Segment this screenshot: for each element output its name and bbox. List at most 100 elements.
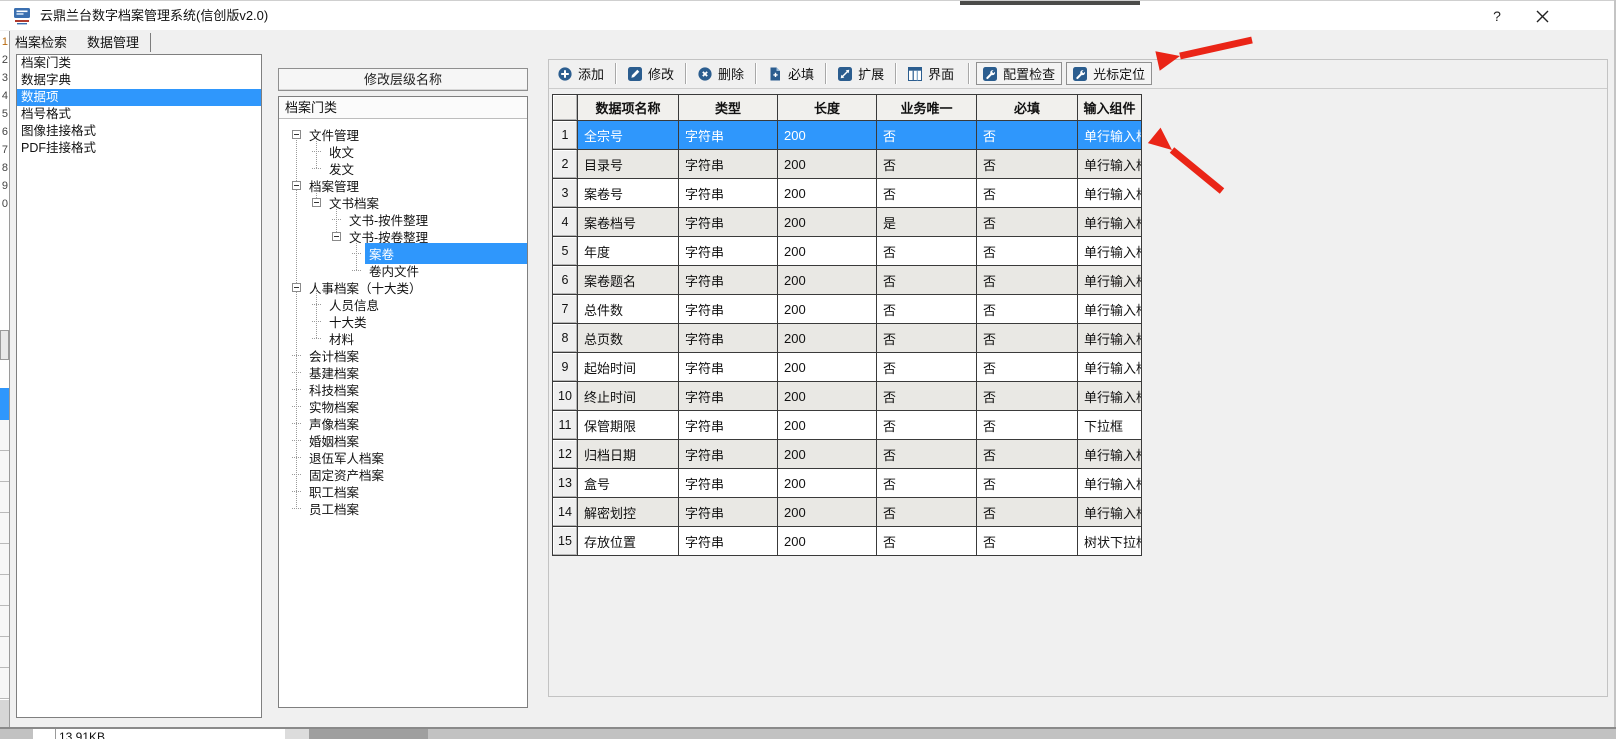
expand-button[interactable]: 扩展 [832, 62, 890, 85]
tab-archive-search[interactable]: 档案检索 [8, 32, 74, 53]
tree-node-23[interactable]: 员工档案 [279, 500, 527, 517]
cell-r2-c5[interactable]: 否 [977, 150, 1078, 179]
cell-r1-c5[interactable]: 否 [977, 121, 1078, 150]
cell-r1-c4[interactable]: 否 [877, 121, 977, 150]
row-number-cell[interactable]: 5 [553, 237, 578, 266]
table-row-15[interactable]: 15存放位置字符串200否否树状下拉框 [553, 527, 1142, 556]
cell-r1-c1[interactable]: 全宗号 [578, 121, 679, 150]
cell-r13-c1[interactable]: 盒号 [578, 469, 679, 498]
cell-r12-c6[interactable]: 单行输入框 [1078, 440, 1142, 469]
row-number-cell[interactable]: 4 [553, 208, 578, 237]
cell-r9-c5[interactable]: 否 [977, 353, 1078, 382]
row-number-cell[interactable]: 3 [553, 179, 578, 208]
cell-r8-c4[interactable]: 否 [877, 324, 977, 353]
tree-collapse-icon[interactable] [332, 232, 341, 241]
cell-r7-c1[interactable]: 总件数 [578, 295, 679, 324]
cell-r12-c2[interactable]: 字符串 [679, 440, 778, 469]
cell-r8-c6[interactable]: 单行输入框 [1078, 324, 1142, 353]
table-row-4[interactable]: 4案卷档号字符串200是否单行输入框 [553, 208, 1142, 237]
cell-r11-c1[interactable]: 保管期限 [578, 411, 679, 440]
cell-r10-c4[interactable]: 否 [877, 382, 977, 411]
cell-r7-c3[interactable]: 200 [778, 295, 877, 324]
cell-r1-c2[interactable]: 字符串 [679, 121, 778, 150]
cell-r3-c3[interactable]: 200 [778, 179, 877, 208]
cell-r3-c2[interactable]: 字符串 [679, 179, 778, 208]
cell-r4-c5[interactable]: 否 [977, 208, 1078, 237]
cell-r5-c5[interactable]: 否 [977, 237, 1078, 266]
col-header-required[interactable]: 必填 [977, 94, 1078, 121]
rename-level-button[interactable]: 修改层级名称 [278, 68, 528, 91]
tab-data-management[interactable]: 数据管理 [78, 32, 148, 53]
cell-r6-c5[interactable]: 否 [977, 266, 1078, 295]
table-row-9[interactable]: 9起始时间字符串200否否单行输入框 [553, 353, 1142, 382]
cell-r6-c3[interactable]: 200 [778, 266, 877, 295]
cell-r10-c6[interactable]: 单行输入框 [1078, 382, 1142, 411]
row-number-cell[interactable]: 14 [553, 498, 578, 527]
row-number-cell[interactable]: 1 [553, 121, 578, 150]
cell-r15-c4[interactable]: 否 [877, 527, 977, 556]
cell-r10-c2[interactable]: 字符串 [679, 382, 778, 411]
tree-collapse-icon[interactable] [292, 283, 301, 292]
sidebar-item-4[interactable]: 档号格式 [17, 106, 261, 123]
cell-r6-c1[interactable]: 案卷题名 [578, 266, 679, 295]
cell-r4-c2[interactable]: 字符串 [679, 208, 778, 237]
cell-r9-c3[interactable]: 200 [778, 353, 877, 382]
cell-r11-c3[interactable]: 200 [778, 411, 877, 440]
cell-r12-c3[interactable]: 200 [778, 440, 877, 469]
edit-button[interactable]: 修改 [622, 62, 680, 85]
tree-collapse-icon[interactable] [292, 130, 301, 139]
sidebar-item-3[interactable]: 数据项 [17, 89, 261, 106]
tree-collapse-icon[interactable] [292, 181, 301, 190]
cell-r11-c2[interactable]: 字符串 [679, 411, 778, 440]
cell-r15-c6[interactable]: 树状下拉框 [1078, 527, 1142, 556]
cell-r8-c5[interactable]: 否 [977, 324, 1078, 353]
col-header-type[interactable]: 类型 [679, 94, 778, 121]
cell-r2-c6[interactable]: 单行输入框 [1078, 150, 1142, 179]
table-row-13[interactable]: 13盒号字符串200否否单行输入框 [553, 469, 1142, 498]
cell-r5-c6[interactable]: 单行输入框 [1078, 237, 1142, 266]
cell-r7-c4[interactable]: 否 [877, 295, 977, 324]
row-number-cell[interactable]: 12 [553, 440, 578, 469]
cell-r10-c3[interactable]: 200 [778, 382, 877, 411]
row-number-cell[interactable]: 2 [553, 150, 578, 179]
cell-r2-c2[interactable]: 字符串 [679, 150, 778, 179]
cell-r15-c1[interactable]: 存放位置 [578, 527, 679, 556]
row-number-cell[interactable]: 9 [553, 353, 578, 382]
cell-r12-c1[interactable]: 归档日期 [578, 440, 679, 469]
cell-r2-c4[interactable]: 否 [877, 150, 977, 179]
interface-button[interactable]: 界面 [902, 62, 960, 85]
cell-r14-c2[interactable]: 字符串 [679, 498, 778, 527]
help-button[interactable]: ? [1478, 1, 1516, 31]
cell-r13-c5[interactable]: 否 [977, 469, 1078, 498]
table-row-3[interactable]: 3案卷号字符串200否否单行输入框 [553, 179, 1142, 208]
cell-r9-c6[interactable]: 单行输入框 [1078, 353, 1142, 382]
cell-r9-c2[interactable]: 字符串 [679, 353, 778, 382]
table-row-8[interactable]: 8总页数字符串200否否单行输入框 [553, 324, 1142, 353]
cell-r15-c2[interactable]: 字符串 [679, 527, 778, 556]
table-row-7[interactable]: 7总件数字符串200否否单行输入框 [553, 295, 1142, 324]
cell-r4-c3[interactable]: 200 [778, 208, 877, 237]
cursor-locate-button[interactable]: 光标定位 [1066, 62, 1152, 85]
cell-r11-c6[interactable]: 下拉框 [1078, 411, 1142, 440]
cell-r11-c4[interactable]: 否 [877, 411, 977, 440]
config-check-button[interactable]: 配置检查 [976, 62, 1062, 85]
table-row-11[interactable]: 11保管期限字符串200否否下拉框 [553, 411, 1142, 440]
cell-r7-c5[interactable]: 否 [977, 295, 1078, 324]
tree-collapse-icon[interactable] [312, 198, 321, 207]
cell-r3-c4[interactable]: 否 [877, 179, 977, 208]
cell-r7-c2[interactable]: 字符串 [679, 295, 778, 324]
cell-r15-c3[interactable]: 200 [778, 527, 877, 556]
row-number-cell[interactable]: 15 [553, 527, 578, 556]
close-button[interactable] [1522, 1, 1562, 31]
cell-r5-c2[interactable]: 字符串 [679, 237, 778, 266]
cell-r15-c5[interactable]: 否 [977, 527, 1078, 556]
cell-r6-c2[interactable]: 字符串 [679, 266, 778, 295]
delete-button[interactable]: 删除 [692, 62, 750, 85]
cell-r9-c4[interactable]: 否 [877, 353, 977, 382]
row-number-cell[interactable]: 11 [553, 411, 578, 440]
cell-r5-c1[interactable]: 年度 [578, 237, 679, 266]
table-row-1[interactable]: 1全宗号字符串200否否单行输入框 [553, 121, 1142, 150]
col-header-component[interactable]: 输入组件 [1078, 94, 1142, 121]
table-row-12[interactable]: 12归档日期字符串200否否单行输入框 [553, 440, 1142, 469]
row-number-cell[interactable]: 10 [553, 382, 578, 411]
